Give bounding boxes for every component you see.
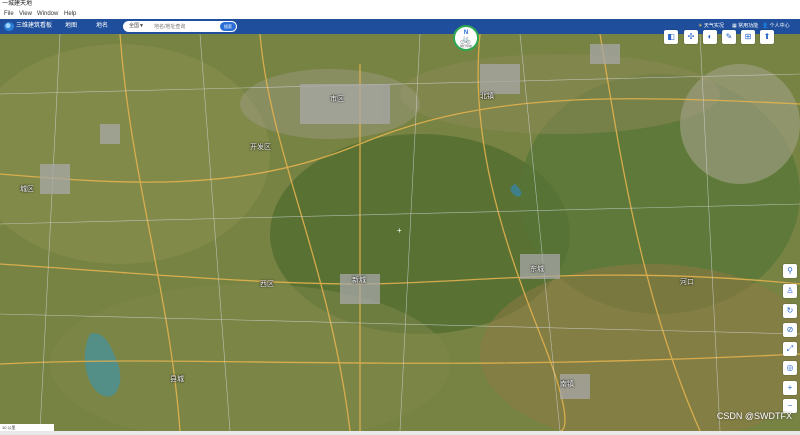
- more-button[interactable]: ⬆: [760, 30, 774, 44]
- app-name: 三维建筑看板: [16, 23, 53, 29]
- menu-bar: File View Window Help: [0, 9, 800, 19]
- place-label[interactable]: 县城: [170, 374, 184, 384]
- measure-icon: ✣: [687, 32, 695, 41]
- street-view-icon: ⚲: [787, 266, 793, 275]
- search-input[interactable]: [154, 22, 216, 31]
- search-box: 全国▼ 搜索: [123, 21, 237, 32]
- split-icon: ⊞: [744, 32, 752, 41]
- place-label[interactable]: 北镇: [480, 91, 494, 101]
- more-icon: ⬆: [763, 32, 771, 41]
- crosshair-icon: +: [397, 226, 402, 235]
- watermark: CSDN @SWDTFX: [716, 411, 792, 421]
- mark-icon: ◐: [707, 32, 713, 41]
- compass-mode-label: 骑行导航: [459, 44, 472, 48]
- measure-button[interactable]: ✣: [684, 30, 698, 44]
- tilt-icon: ⊘: [786, 325, 794, 334]
- street-view-button[interactable]: ⚲: [783, 264, 797, 278]
- draw-button[interactable]: ✎: [722, 30, 736, 44]
- place-label[interactable]: 开发区: [250, 142, 271, 152]
- tab-place[interactable]: 地名: [96, 19, 108, 34]
- rotate-icon: ↻: [786, 306, 794, 315]
- fullscreen-icon: ⤢: [786, 344, 794, 353]
- place-label[interactable]: 南镇: [560, 379, 574, 389]
- place-label[interactable]: 城区: [20, 184, 34, 194]
- layers-button[interactable]: ◧: [664, 30, 678, 44]
- globe-logo-icon: [4, 22, 14, 31]
- split-button[interactable]: ⊞: [741, 30, 755, 44]
- place-label[interactable]: 市区: [330, 94, 344, 104]
- fullscreen-button[interactable]: ⤢: [783, 342, 797, 356]
- map-app: 一城建天地 File View Window Help 三维建筑看板 地图 地名…: [0, 0, 800, 435]
- zoom-out-icon: −: [787, 401, 793, 410]
- draw-icon: ✎: [725, 32, 733, 41]
- pegman-icon: ♙: [786, 286, 794, 295]
- search-scope-select[interactable]: 全国▼: [129, 21, 144, 32]
- tools-label: 常用功能: [738, 23, 759, 29]
- sun-icon: ☀: [698, 23, 703, 29]
- user-icon: 👤: [762, 23, 769, 29]
- locate-button[interactable]: ◎: [783, 361, 797, 375]
- scale-bar: 10 公里: [0, 424, 54, 431]
- map-toolbar: 三维建筑看板 地图 地名 全国▼ 搜索 ☀ 天气实况 ▦ 常用功能 👤 个人中心: [0, 19, 800, 34]
- bicycle-icon: 🚲: [460, 34, 472, 44]
- satellite-map[interactable]: 市区 城区 新城 西区 东城 北镇 南镇 县城 河口 开发区 +: [0, 34, 800, 431]
- pegman-button[interactable]: ♙: [783, 284, 797, 298]
- place-label[interactable]: 西区: [260, 279, 274, 289]
- menu-help[interactable]: Help: [64, 9, 76, 19]
- search-button[interactable]: 搜索: [220, 22, 236, 31]
- place-label[interactable]: 新城: [352, 275, 366, 285]
- tab-map[interactable]: 地图: [65, 19, 77, 34]
- menu-view[interactable]: View: [19, 9, 32, 19]
- locate-icon: ◎: [786, 363, 794, 372]
- zoom-in-icon: +: [787, 383, 793, 392]
- tilt-button[interactable]: ⊘: [783, 323, 797, 337]
- layers-icon: ◧: [667, 32, 675, 41]
- user-label: 个人中心: [769, 23, 790, 29]
- mark-button[interactable]: ◐: [703, 30, 717, 44]
- menu-window[interactable]: Window: [37, 9, 58, 19]
- status-bar: [0, 431, 800, 435]
- place-label[interactable]: 河口: [680, 277, 694, 287]
- window-title: 一城建天地: [2, 1, 33, 7]
- weather-label: 天气实况: [703, 23, 724, 29]
- zoom-in-button[interactable]: +: [783, 381, 797, 395]
- rotate-button[interactable]: ↻: [783, 304, 797, 318]
- compass-widget[interactable]: N 🚲 骑行导航: [453, 25, 479, 51]
- menu-file[interactable]: File: [4, 9, 14, 19]
- grid-icon: ▦: [732, 23, 737, 29]
- place-label[interactable]: 东城: [530, 264, 544, 274]
